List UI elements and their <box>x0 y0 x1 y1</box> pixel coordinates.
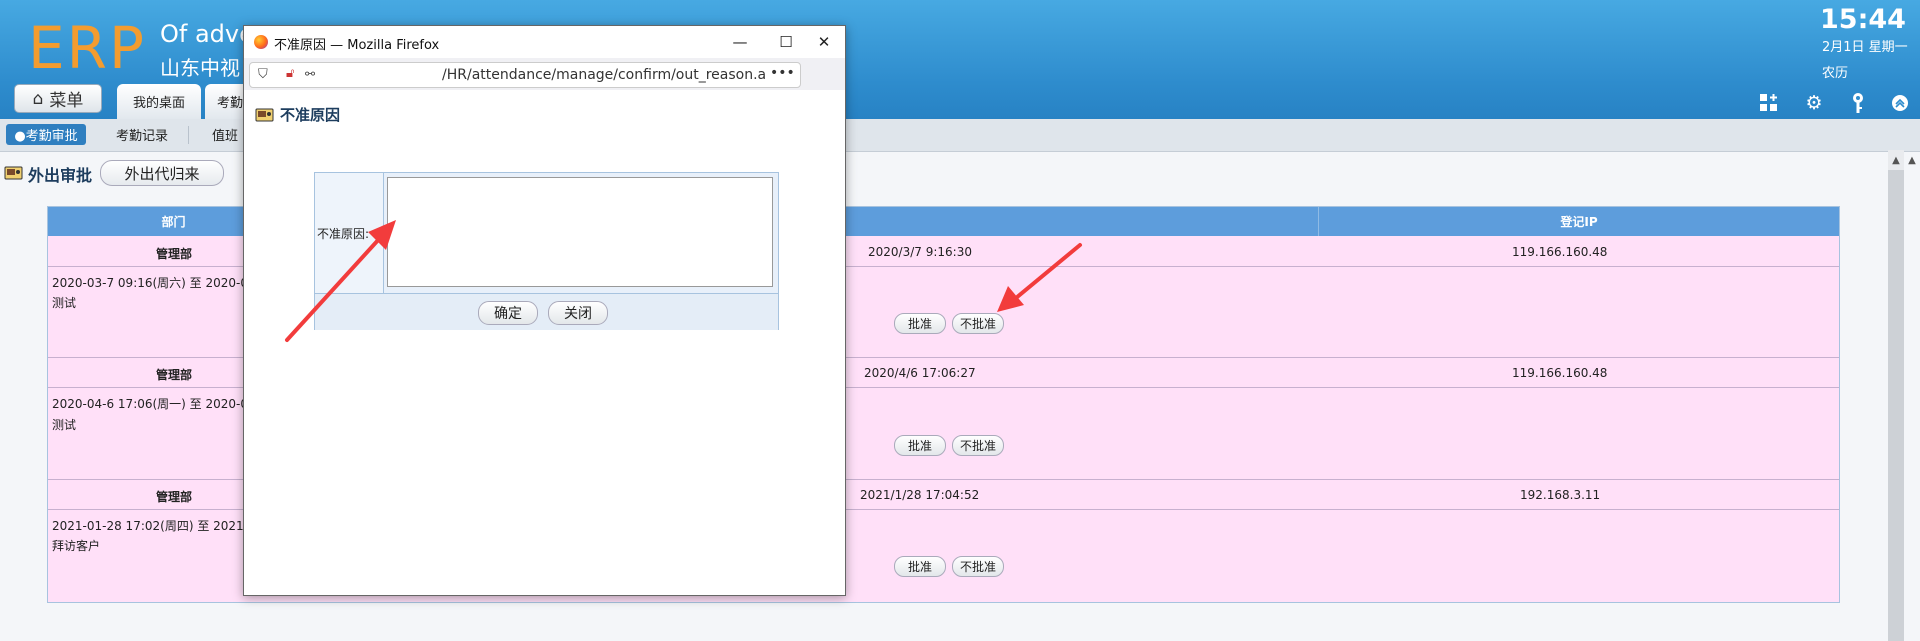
row-ip: 192.168.3.11 <box>1520 488 1601 502</box>
reject-reason-popup: 不准原因 — Mozilla Firefox — ☐ ✕ ⛉ 🔓︎ ⚯ /HR/… <box>243 25 846 596</box>
firefox-icon <box>254 35 268 49</box>
page-title: 外出审批 <box>28 166 93 185</box>
reason-textarea[interactable] <box>387 177 773 287</box>
row-apply-time: 2020/4/6 17:06:27 <box>864 366 976 380</box>
row-apply-time: 2021/1/28 17:04:52 <box>860 488 980 502</box>
approve-button[interactable]: 批准 <box>894 313 946 334</box>
popup-url-bar: ⛉ 🔓︎ ⚯ /HR/attendance/manage/confirm/out… <box>244 58 845 115</box>
row-reason: 测试 <box>52 418 77 432</box>
company-subtitle: 山东中视 <box>160 56 240 80</box>
row-ip: 119.166.160.48 <box>1512 366 1608 380</box>
row-detail: 2020-03-7 09:16(周六) 至 2020-03 <box>52 276 256 290</box>
url-text: /HR/attendance/manage/confirm/out_reason… <box>442 67 767 83</box>
permissions-icon[interactable]: ⚯ <box>305 67 315 81</box>
approval-icon <box>4 166 23 180</box>
maximize-icon[interactable]: ☐ <box>766 30 806 54</box>
clock: 15:44 <box>1820 4 1906 35</box>
collapse-icon[interactable] <box>1889 92 1911 114</box>
reject-button[interactable]: 不批准 <box>952 556 1004 577</box>
row-department: 管理部 <box>156 247 193 261</box>
shield-icon[interactable]: ⛉ <box>258 67 268 82</box>
approve-button[interactable]: 批准 <box>894 556 946 577</box>
subnav-divider <box>188 126 189 144</box>
scroll-up-icon[interactable]: ▲ <box>1905 152 1919 168</box>
menu-button-label: 菜单 <box>49 91 84 111</box>
subnav-attendance-records[interactable]: 考勤记录 <box>116 124 168 145</box>
confirm-button[interactable]: 确定 <box>478 301 538 325</box>
lunar-date: 农历 <box>1822 66 1849 81</box>
row-apply-time: 2020/3/7 9:16:30 <box>868 245 972 259</box>
scroll-up-icon[interactable]: ▲ <box>1888 152 1904 168</box>
url-field[interactable]: ⛉ 🔓︎ ⚯ /HR/attendance/manage/confirm/out… <box>249 62 801 88</box>
apps-icon[interactable] <box>1758 92 1780 114</box>
reason-label: 不准原因: <box>317 227 370 241</box>
popup-window-title: 不准原因 — Mozilla Firefox <box>274 38 440 53</box>
tab-my-desktop[interactable]: 我的桌面 <box>117 84 201 119</box>
tab-label: 我的桌面 <box>132 96 185 111</box>
proxy-return-button[interactable]: 外出代归来 <box>100 160 224 186</box>
row-ip: 119.166.160.48 <box>1512 245 1608 259</box>
row-detail: 2020-04-6 17:06(周一) 至 2020-04 <box>52 397 256 411</box>
subnav-attendance-approval[interactable]: ●考勤审批 <box>6 124 86 145</box>
insecure-lock-icon[interactable]: 🔓︎ <box>286 66 294 81</box>
close-button[interactable]: 关闭 <box>548 301 608 325</box>
row-reason: 测试 <box>52 296 77 310</box>
close-icon[interactable]: ✕ <box>804 30 844 54</box>
home-icon: ⌂ <box>32 88 44 109</box>
gear-icon[interactable]: ⚙ <box>1803 92 1825 114</box>
company-name: Of adve <box>160 20 254 48</box>
reason-icon <box>255 108 274 122</box>
popup-titlebar[interactable]: 不准原因 — Mozilla Firefox — ☐ ✕ <box>244 26 845 58</box>
reject-button[interactable]: 不批准 <box>952 435 1004 456</box>
more-icon[interactable]: ••• <box>770 65 795 81</box>
row-department: 管理部 <box>156 368 193 382</box>
row-detail: 2021-01-28 17:02(周四) 至 2021-0 <box>52 519 256 533</box>
row-reason: 拜访客户 <box>52 539 101 553</box>
key-icon[interactable] <box>1847 92 1869 114</box>
form-label-cell: 不准原因: <box>315 173 384 293</box>
approve-button[interactable]: 批准 <box>894 435 946 456</box>
tab-label: 考勤 <box>217 96 244 111</box>
subnav-duty[interactable]: 值班 <box>212 124 238 145</box>
minimize-icon[interactable]: — <box>720 30 760 54</box>
reason-form: 不准原因: 确定 关闭 <box>314 172 779 330</box>
popup-content: 不准原因 不准原因: 确定 关闭 <box>244 90 845 595</box>
column-header-register-ip: 登记IP <box>1319 207 1839 236</box>
menu-button[interactable]: ⌂ 菜单 <box>14 84 102 113</box>
scrollbar-thumb[interactable] <box>1888 170 1904 641</box>
date-text: 2月1日 星期一 <box>1822 40 1908 55</box>
row-department: 管理部 <box>156 490 193 504</box>
popup-heading: 不准原因 <box>280 106 341 124</box>
erp-logo: ERP <box>28 14 146 82</box>
reject-button[interactable]: 不批准 <box>952 313 1004 334</box>
form-button-row: 确定 关闭 <box>315 293 778 330</box>
